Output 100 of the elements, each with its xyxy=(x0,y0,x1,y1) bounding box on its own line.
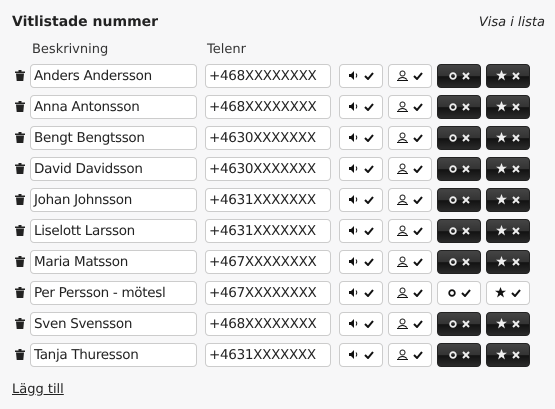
user-toggle[interactable] xyxy=(388,250,432,274)
sound-toggle[interactable] xyxy=(339,156,383,180)
check-icon xyxy=(413,226,423,234)
check-icon xyxy=(364,226,374,234)
phone-field[interactable]: +468XXXXXXXX xyxy=(205,312,331,336)
phone-field[interactable]: +467XXXXXXXX xyxy=(205,280,331,304)
circle-toggle[interactable] xyxy=(437,156,481,180)
circle-toggle[interactable] xyxy=(437,312,481,336)
phone-field[interactable]: +4631XXXXXXX xyxy=(205,188,331,212)
user-icon xyxy=(397,225,408,236)
trash-icon[interactable] xyxy=(15,256,25,267)
close-icon xyxy=(512,164,520,172)
sound-toggle[interactable] xyxy=(339,280,383,304)
speaker-icon xyxy=(348,133,358,142)
star-toggle[interactable] xyxy=(486,156,530,180)
check-icon xyxy=(511,288,521,296)
description-field[interactable]: Per Persson - mötesl xyxy=(30,280,197,304)
trash-icon[interactable] xyxy=(15,349,25,360)
check-icon xyxy=(364,320,374,328)
circle-icon xyxy=(448,226,456,234)
circle-toggle[interactable] xyxy=(437,94,481,118)
close-icon xyxy=(462,320,470,328)
sound-toggle[interactable] xyxy=(339,188,383,212)
description-field[interactable]: Johan Johnsson xyxy=(30,188,197,212)
star-toggle[interactable] xyxy=(486,64,530,88)
sound-toggle[interactable] xyxy=(339,94,383,118)
sound-toggle[interactable] xyxy=(339,64,383,88)
description-field[interactable]: Liselott Larsson xyxy=(30,218,197,242)
user-toggle[interactable] xyxy=(388,188,432,212)
column-header: Beskrivning xyxy=(32,42,110,59)
phone-field[interactable]: +468XXXXXXXX xyxy=(205,64,331,88)
description-field[interactable]: Anna Antonsson xyxy=(30,94,197,118)
trash-icon[interactable] xyxy=(15,225,25,236)
circle-toggle[interactable] xyxy=(437,64,481,88)
trash-icon[interactable] xyxy=(15,318,25,329)
description-field[interactable]: Maria Matsson xyxy=(30,250,197,274)
circle-icon xyxy=(448,72,456,80)
trash-icon[interactable] xyxy=(15,163,25,174)
circle-toggle[interactable] xyxy=(437,250,481,274)
close-icon xyxy=(512,72,520,80)
user-icon xyxy=(397,132,408,143)
speaker-icon xyxy=(348,164,358,173)
check-icon xyxy=(364,196,374,204)
star-toggle[interactable] xyxy=(486,126,530,150)
description-field[interactable]: Anders Andersson xyxy=(30,64,197,88)
star-toggle[interactable] xyxy=(486,312,530,336)
phone-field[interactable]: +4631XXXXXXX xyxy=(205,218,331,242)
description-field[interactable]: Tanja Thuresson xyxy=(30,342,197,366)
star-toggle[interactable] xyxy=(486,342,530,366)
star-toggle[interactable] xyxy=(486,94,530,118)
user-toggle[interactable] xyxy=(388,312,432,336)
check-icon xyxy=(413,258,423,266)
check-icon xyxy=(364,350,374,358)
user-icon xyxy=(397,318,408,329)
sound-toggle[interactable] xyxy=(339,126,383,150)
star-toggle[interactable] xyxy=(486,218,530,242)
trash-icon[interactable] xyxy=(15,101,25,112)
trash-icon[interactable] xyxy=(15,132,25,143)
sound-toggle[interactable] xyxy=(339,218,383,242)
check-icon xyxy=(364,288,374,296)
trash-icon[interactable] xyxy=(15,194,25,205)
user-toggle[interactable] xyxy=(388,64,432,88)
speaker-icon xyxy=(348,71,358,80)
circle-icon xyxy=(448,196,456,204)
sound-toggle[interactable] xyxy=(339,250,383,274)
user-icon xyxy=(397,163,408,174)
sound-toggle[interactable] xyxy=(339,342,383,366)
star-icon xyxy=(495,287,506,298)
trash-icon[interactable] xyxy=(15,287,25,298)
circle-toggle[interactable] xyxy=(437,218,481,242)
circle-toggle[interactable] xyxy=(437,342,481,366)
phone-field[interactable]: +468XXXXXXXX xyxy=(205,94,331,118)
add-link[interactable]: Lägg till xyxy=(12,382,64,397)
circle-toggle[interactable] xyxy=(437,126,481,150)
phone-field[interactable]: +4630XXXXXXX xyxy=(205,126,331,150)
phone-field[interactable]: +467XXXXXXXX xyxy=(205,250,331,274)
sound-toggle[interactable] xyxy=(339,312,383,336)
user-toggle[interactable] xyxy=(388,156,432,180)
user-toggle[interactable] xyxy=(388,94,432,118)
close-icon xyxy=(512,134,520,142)
trash-icon[interactable] xyxy=(15,70,25,81)
description-field[interactable]: David Davidsson xyxy=(30,156,197,180)
star-toggle[interactable] xyxy=(486,188,530,212)
check-icon xyxy=(364,164,374,172)
user-toggle[interactable] xyxy=(388,280,432,304)
star-toggle[interactable] xyxy=(486,250,530,274)
description-field[interactable]: Sven Svensson xyxy=(30,312,197,336)
circle-icon xyxy=(448,350,456,358)
user-toggle[interactable] xyxy=(388,218,432,242)
speaker-icon xyxy=(348,195,358,204)
phone-field[interactable]: +4630XXXXXXX xyxy=(205,156,331,180)
circle-toggle[interactable] xyxy=(437,188,481,212)
check-icon xyxy=(413,288,423,296)
check-icon xyxy=(364,258,374,266)
phone-field[interactable]: +4631XXXXXXX xyxy=(205,342,331,366)
close-icon xyxy=(462,258,470,266)
user-toggle[interactable] xyxy=(388,342,432,366)
description-field[interactable]: Bengt Bengtsson xyxy=(30,126,197,150)
user-toggle[interactable] xyxy=(388,126,432,150)
view-list-link[interactable]: Visa i lista xyxy=(478,14,545,30)
